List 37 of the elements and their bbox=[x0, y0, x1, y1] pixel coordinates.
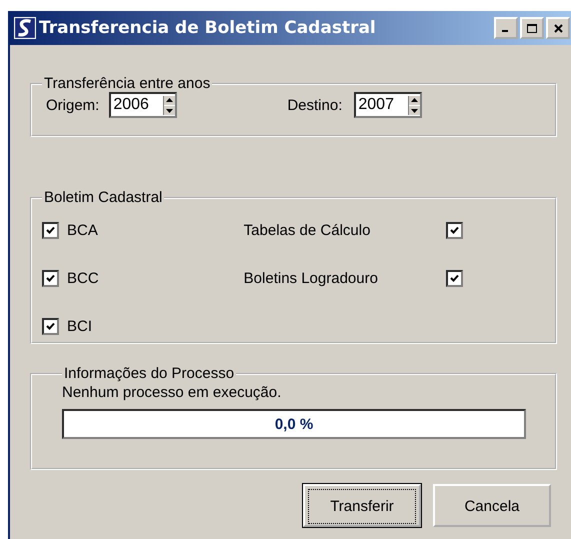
check-icon bbox=[46, 274, 55, 282]
group-title: Boletim Cadastral bbox=[43, 189, 164, 206]
check-icon bbox=[46, 322, 55, 330]
year-spinner[interactable]: 2007 bbox=[354, 92, 422, 118]
down-arrow-icon bbox=[164, 106, 176, 114]
app-logo-icon bbox=[14, 17, 36, 39]
checkbox-label: Tabelas de Cálculo bbox=[244, 222, 372, 238]
group-title: Transferência entre anos bbox=[43, 75, 212, 92]
close-button[interactable] bbox=[546, 17, 570, 39]
maximize-icon bbox=[527, 24, 537, 32]
checkbox[interactable] bbox=[446, 222, 463, 238]
group-title: Informações do Processo bbox=[63, 365, 236, 382]
progress-reading: 0,0 % bbox=[274, 416, 314, 432]
close-icon bbox=[554, 24, 562, 32]
down-arrow-icon bbox=[409, 106, 420, 114]
checkbox[interactable] bbox=[42, 270, 59, 286]
window-title: Transferencia de Boletim Cadastral bbox=[39, 18, 377, 38]
up-arrow-icon bbox=[164, 96, 176, 104]
maximize-button[interactable] bbox=[520, 17, 544, 39]
field-label: Origem: bbox=[46, 96, 100, 114]
cancel-button[interactable]: Cancela bbox=[433, 484, 551, 527]
minimize-button[interactable] bbox=[494, 17, 518, 39]
checkbox-label: Boletins Logradouro bbox=[244, 270, 379, 286]
checkbox-label: BCI bbox=[67, 318, 92, 334]
status-text: Nenhum processo em execução. bbox=[62, 384, 282, 401]
checkbox[interactable] bbox=[42, 222, 59, 238]
check-icon bbox=[450, 226, 459, 234]
checkbox[interactable] bbox=[42, 318, 59, 334]
check-icon bbox=[450, 274, 459, 282]
up-arrow-icon bbox=[409, 96, 420, 104]
checkbox[interactable] bbox=[446, 270, 463, 286]
checkbox-label: BCA bbox=[67, 222, 98, 238]
check-icon bbox=[46, 226, 55, 234]
checkbox-label: BCC bbox=[67, 270, 99, 286]
field-label: Destino: bbox=[287, 96, 342, 114]
transfer-button[interactable]: Transferir bbox=[303, 484, 421, 527]
year-spinner[interactable]: 2006 bbox=[109, 92, 178, 118]
